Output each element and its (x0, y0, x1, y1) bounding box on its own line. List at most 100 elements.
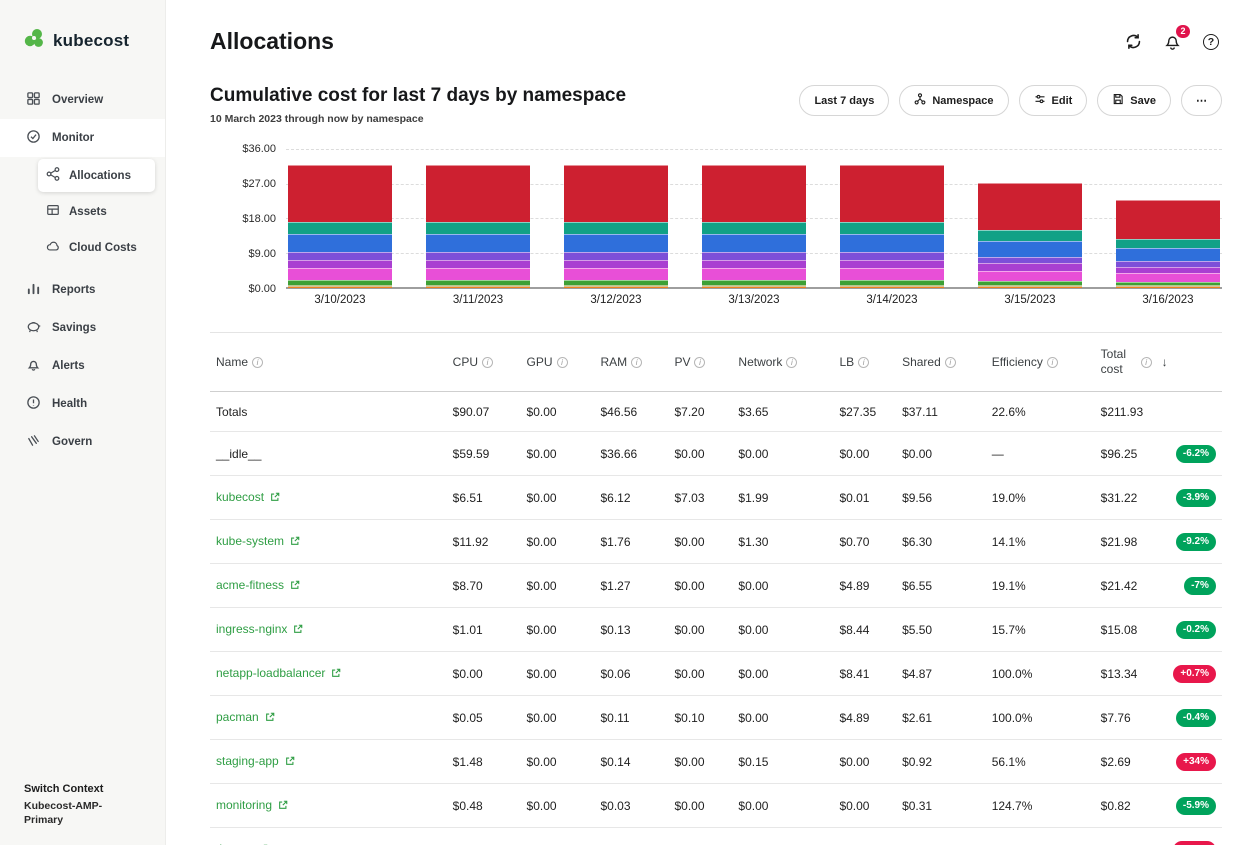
bar-segment-kubecost[interactable] (564, 234, 668, 253)
bar-segment-__idle__[interactable] (840, 164, 944, 222)
bar-3/13/2023[interactable] (702, 164, 806, 287)
external-link-icon[interactable] (293, 623, 303, 637)
bar-segment-kubecost[interactable] (288, 234, 392, 252)
bar-3/10/2023[interactable] (288, 164, 392, 287)
bar-segment-acme-fitness[interactable] (288, 268, 392, 281)
edit-button[interactable]: Edit (1018, 85, 1088, 116)
date-range-button[interactable]: Last 7 days (799, 85, 890, 116)
sort-desc-icon[interactable]: ↓ (1162, 355, 1168, 369)
bar-segment-__idle__[interactable] (288, 164, 392, 222)
save-button[interactable]: Save (1097, 85, 1171, 116)
bar-segment-netapp-loadbalancer[interactable] (978, 256, 1082, 264)
col-header-shared[interactable]: Shared i (896, 332, 986, 392)
bar-segment-netapp-loadbalancer[interactable] (288, 251, 392, 260)
namespace-link[interactable]: kube-system (216, 534, 284, 548)
bar-segment-netapp-loadbalancer[interactable] (702, 251, 806, 260)
bar-segment-kube-system[interactable] (288, 221, 392, 235)
notifications-button[interactable]: 2 (1161, 24, 1190, 53)
external-link-icon[interactable] (285, 755, 295, 769)
bar-segment-acme-fitness[interactable] (702, 268, 806, 281)
bar-segment-acme-fitness[interactable] (564, 268, 668, 281)
col-header-efficiency[interactable]: Efficiency i (985, 332, 1095, 392)
bar-segment-netapp-loadbalancer[interactable] (840, 252, 944, 260)
bar-segment-netapp-loadbalancer[interactable] (564, 252, 668, 260)
sidebar-item-govern[interactable]: Govern (0, 423, 165, 461)
info-icon[interactable]: i (944, 356, 956, 368)
col-header-cpu[interactable]: CPU i (446, 332, 521, 392)
info-icon[interactable]: i (1140, 356, 1152, 368)
sidebar-item-monitor[interactable]: Monitor (0, 119, 165, 157)
kubecost-logo[interactable]: kubecost (0, 0, 165, 75)
bar-segment-kubecost[interactable] (840, 234, 944, 253)
refresh-button[interactable] (1122, 31, 1144, 53)
info-icon[interactable]: i (252, 356, 264, 368)
bar-3/11/2023[interactable] (426, 165, 530, 287)
sidebar-item-allocations[interactable]: Allocations (38, 159, 155, 192)
sidebar-item-reports[interactable]: Reports (0, 271, 165, 309)
bar-segment-acme-fitness[interactable] (1116, 273, 1220, 282)
bar-segment-__idle__[interactable] (564, 165, 668, 222)
namespace-link[interactable]: pacman (216, 710, 259, 724)
bar-segment-ingress-nginx[interactable] (978, 263, 1082, 271)
context-switcher[interactable]: Switch Context Kubecost-AMP-Primary (0, 783, 165, 845)
bar-segment-kube-system[interactable] (702, 221, 806, 235)
bar-segment-ingress-nginx[interactable] (840, 259, 944, 269)
namespace-link[interactable]: kubecost (216, 490, 264, 504)
external-link-icon[interactable] (270, 491, 280, 505)
col-header-network[interactable]: Network i (732, 332, 834, 392)
sidebar-item-overview[interactable]: Overview (0, 81, 165, 119)
bar-segment-__idle__[interactable] (702, 164, 806, 222)
bar-segment-kube-system[interactable] (840, 221, 944, 235)
namespace-link[interactable]: acme-fitness (216, 578, 284, 592)
bar-segment-netapp-loadbalancer[interactable] (426, 252, 530, 260)
namespace-link[interactable]: monitoring (216, 798, 272, 812)
info-icon[interactable]: i (1046, 356, 1058, 368)
bar-segment-kube-system[interactable] (1116, 238, 1220, 248)
external-link-icon[interactable] (278, 799, 288, 813)
sidebar-item-cloud-costs[interactable]: Cloud Costs (38, 231, 155, 264)
sidebar-item-alerts[interactable]: Alerts (0, 347, 165, 385)
namespace-link[interactable]: netapp-loadbalancer (216, 666, 325, 680)
info-icon[interactable]: i (482, 356, 493, 368)
bar-segment-ingress-nginx[interactable] (564, 259, 668, 269)
bar-segment-__idle__[interactable] (426, 165, 530, 222)
sidebar-item-health[interactable]: Health (0, 385, 165, 423)
col-header-lb[interactable]: LB i (833, 332, 897, 392)
sidebar-item-savings[interactable]: Savings (0, 309, 165, 347)
bar-segment-acme-fitness[interactable] (840, 268, 944, 281)
bar-segment-kube-system[interactable] (426, 221, 530, 235)
bar-segment-kubecost[interactable] (1116, 247, 1220, 262)
bar-segment-__idle__[interactable] (978, 183, 1082, 231)
col-header-pv[interactable]: PV i (668, 332, 733, 392)
bar-segment-kube-system[interactable] (564, 221, 668, 235)
bar-segment-kube-system[interactable] (978, 230, 1082, 242)
namespace-link[interactable]: staging-app (216, 754, 279, 768)
bar-3/16/2023[interactable] (1116, 199, 1220, 287)
bar-3/14/2023[interactable] (840, 164, 944, 287)
external-link-icon[interactable] (331, 667, 341, 681)
external-link-icon[interactable] (290, 535, 300, 549)
sidebar-item-assets[interactable]: Assets (38, 195, 155, 228)
bar-segment-kubecost[interactable] (978, 241, 1082, 257)
aggregate-button[interactable]: Namespace (899, 85, 1009, 116)
bar-segment-kubecost[interactable] (702, 234, 806, 252)
col-header-gpu[interactable]: GPU i (520, 332, 595, 392)
external-link-icon[interactable] (265, 711, 275, 725)
external-link-icon[interactable] (290, 579, 300, 593)
col-header-ram[interactable]: RAM i (594, 332, 669, 392)
info-icon[interactable]: i (858, 356, 870, 368)
more-options-button[interactable]: ⋯ (1181, 85, 1222, 116)
bar-segment-acme-fitness[interactable] (978, 270, 1082, 282)
bar-3/15/2023[interactable] (978, 183, 1082, 287)
bar-segment-ingress-nginx[interactable] (426, 259, 530, 269)
bar-segment-ingress-nginx[interactable] (288, 259, 392, 269)
bar-3/12/2023[interactable] (564, 165, 668, 287)
help-button[interactable]: ? (1200, 31, 1222, 53)
bar-segment-ingress-nginx[interactable] (702, 259, 806, 269)
info-icon[interactable]: i (556, 356, 568, 368)
info-icon[interactable]: i (694, 356, 706, 368)
col-header-name[interactable]: Name i (210, 332, 447, 392)
bar-segment-acme-fitness[interactable] (426, 268, 530, 281)
bar-segment-__idle__[interactable] (1116, 199, 1220, 239)
col-header-total-cost[interactable]: Total cost i ↓ (1094, 332, 1222, 392)
